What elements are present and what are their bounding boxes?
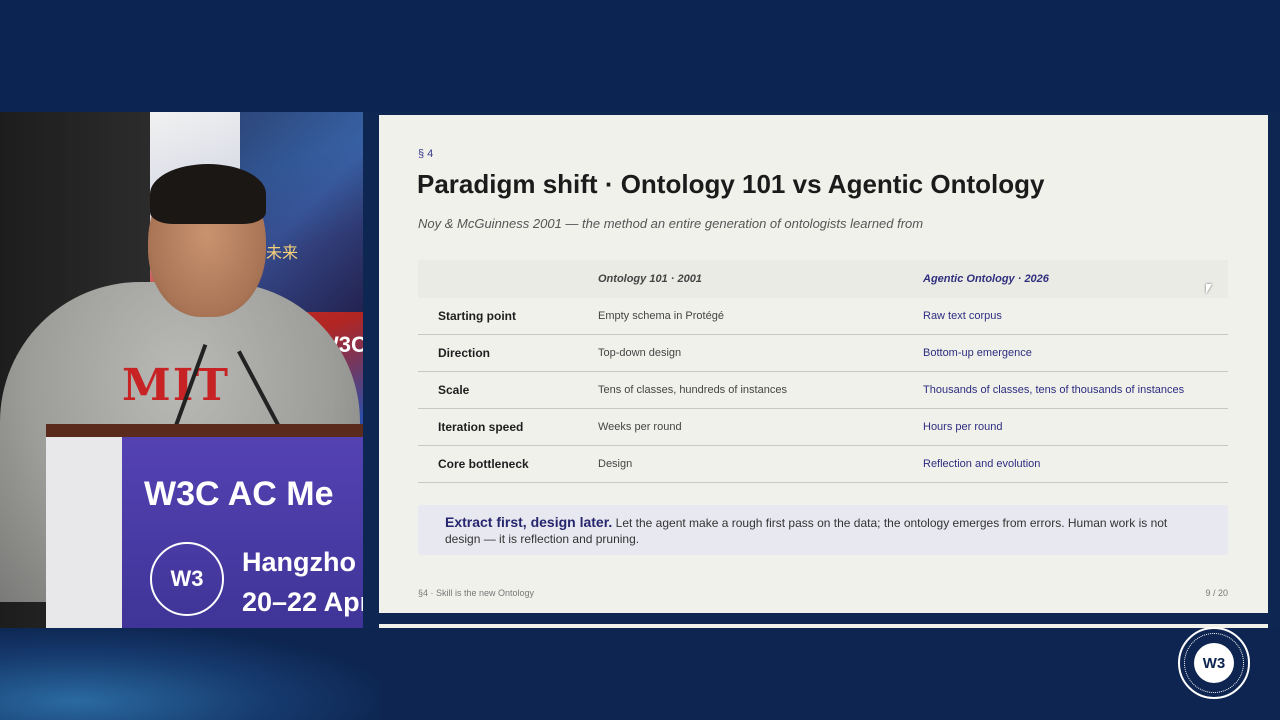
slide-title: Paradigm shift · Ontology 101 vs Agentic… (417, 169, 1045, 199)
shirt-text: MIT (122, 360, 231, 411)
row-cell-agentic: Hours per round (923, 421, 1003, 433)
key-takeaway-callout: Extract first, design later. Let the age… (418, 505, 1228, 555)
slide-page-number: 9 / 20 (1205, 588, 1228, 598)
table-row: Starting point Empty schema in Protégé R… (418, 298, 1228, 335)
row-cell-ontology-101: Design (598, 458, 633, 470)
row-cell-ontology-101: Tens of classes, hundreds of instances (598, 384, 787, 396)
row-cell-agentic: Thousands of classes, tens of thousands … (923, 384, 1185, 396)
bottom-glow (0, 628, 380, 720)
table-row: Iteration speed Weeks per round Hours pe… (418, 409, 1228, 446)
presentation-slide: § 4 Paradigm shift · Ontology 101 vs Age… (379, 115, 1268, 613)
row-cell-ontology-101: Weeks per round (598, 421, 682, 433)
callout-lead: Extract first, design later. (445, 514, 613, 530)
podium-title: W3C AC Me (144, 475, 334, 513)
top-bar (0, 0, 1280, 112)
row-cell-agentic: Reflection and evolution (923, 458, 1041, 470)
row-label: Direction (438, 346, 491, 360)
next-slide-edge (379, 624, 1268, 628)
podium-dates: 20–22 Apr (242, 587, 363, 617)
row-cell-agentic: Raw text corpus (923, 310, 1002, 322)
badge-text: W3 (1194, 643, 1234, 683)
podium-location: Hangzho (242, 547, 356, 577)
table-header-ontology-101: Ontology 101 · 2001 (598, 273, 702, 285)
mouse-pointer-icon (1206, 284, 1212, 294)
podium-front: W3C AC Me W3 Hangzho 20–22 Apr (122, 437, 363, 628)
row-cell-agentic: Bottom-up emergence (923, 347, 1032, 359)
row-cell-ontology-101: Empty schema in Protégé (598, 310, 724, 322)
slide-footer-section: §4 · Skill is the new Ontology (418, 588, 535, 598)
row-cell-ontology-101: Top-down design (598, 347, 682, 359)
row-label: Scale (438, 383, 470, 397)
row-label: Iteration speed (438, 420, 524, 434)
w3c-logo-icon: W3 (1178, 627, 1250, 699)
table-header-row: Ontology 101 · 2001 Agentic Ontology · 2… (418, 260, 1228, 298)
w3c-seal-icon: W3 (150, 542, 224, 616)
section-tag: § 4 (418, 148, 434, 160)
row-label: Starting point (438, 309, 516, 323)
slide-subtitle: Noy & McGuinness 2001 — the method an en… (418, 216, 924, 231)
table-row: Scale Tens of classes, hundreds of insta… (418, 372, 1228, 409)
table-row: Core bottleneck Design Reflection and ev… (418, 446, 1228, 483)
speaker-hair (150, 164, 266, 224)
row-label: Core bottleneck (438, 457, 529, 471)
comparison-table: Ontology 101 · 2001 Agentic Ontology · 2… (418, 260, 1228, 483)
speaker-camera-feed: 网未来 W3C MIT W3C AC Me W3 Hangzho 20–22 A… (0, 112, 363, 628)
table-row: Direction Top-down design Bottom-up emer… (418, 335, 1228, 372)
podium-side (46, 437, 124, 628)
table-header-agentic-ontology: Agentic Ontology · 2026 (923, 273, 1049, 285)
